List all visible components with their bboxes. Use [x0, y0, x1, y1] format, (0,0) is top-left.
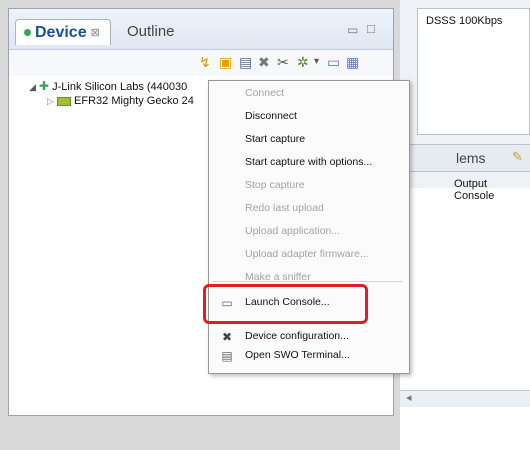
menu-item-redo-last-upload[interactable]: Redo last upload [245, 202, 324, 214]
tree-item-label: J-Link Silicon Labs (440030 [52, 81, 188, 93]
phy-mode-label: DSSS 100Kbps [426, 15, 503, 27]
layout-icon[interactable]: ▦ [346, 54, 359, 70]
chip-icon [56, 96, 71, 106]
minimize-icon[interactable]: ▭ [347, 23, 358, 37]
menu-item-open-swo-terminal[interactable]: Open SWO Terminal... [245, 349, 350, 361]
menu-item-disconnect[interactable]: Disconnect [245, 110, 297, 122]
menu-item-stop-capture[interactable]: Stop capture [245, 179, 305, 191]
horizontal-scrollbar[interactable]: ◂ [400, 390, 530, 407]
tab-outline[interactable]: Outline [127, 23, 175, 40]
scroll-left-icon[interactable]: ◂ [406, 391, 412, 404]
edit-icon[interactable]: ▤ [239, 54, 252, 70]
pin-icon[interactable]: ✎ [512, 149, 523, 165]
menu-item-upload-application[interactable]: Upload application... [245, 225, 340, 237]
bottom-tab-bar: lems ✎ [400, 144, 530, 172]
view-tab-bar: Device ⊠ Outline ▭ □ [9, 9, 393, 50]
right-editor-area: DSSS 100Kbps lems ✎ Output Console ◂ [400, 0, 530, 450]
adapter-icon: ✚ [38, 79, 50, 93]
close-tab-icon[interactable]: ⊠ [91, 26, 100, 39]
device-view-icon [24, 29, 31, 36]
tab-device-label: Device [35, 23, 87, 41]
tab-problems[interactable]: lems [456, 150, 486, 166]
tree-item-efr32[interactable]: ▷ EFR32 Mighty Gecko 24 [47, 95, 194, 107]
menu-separator [213, 281, 403, 282]
menu-item-upload-adapter-firmware[interactable]: Upload adapter firmware... [245, 248, 369, 260]
terminal-icon: ▤ [221, 349, 233, 363]
tree-item-jlink[interactable]: ◢ ✚ J-Link Silicon Labs (440030 [29, 79, 187, 93]
phy-config-box[interactable]: DSSS 100Kbps [417, 8, 530, 135]
menu-item-device-configuration[interactable]: Device configuration... [245, 330, 349, 342]
window-icon[interactable]: ▭ [327, 54, 340, 70]
expand-chevron-icon[interactable]: ◢ [29, 82, 36, 92]
chevron-down-icon[interactable]: ▾ [314, 54, 319, 70]
view-toolbar: ↯ ▣ ▤ ✖ ✂ ✲ ▾ ▭ ▦ [9, 50, 393, 76]
tree-item-label: EFR32 Mighty Gecko 24 [74, 95, 194, 107]
tab-device[interactable]: Device ⊠ [15, 19, 111, 45]
menu-item-start-capture[interactable]: Start capture [245, 133, 305, 145]
connect-icon[interactable]: ↯ [199, 54, 211, 70]
gear-icon[interactable]: ✲ [297, 54, 309, 70]
console-area [400, 188, 530, 450]
menu-item-connect[interactable]: Connect [245, 87, 284, 99]
folder-icon[interactable]: ▣ [219, 54, 232, 70]
maximize-icon[interactable]: □ [367, 21, 375, 36]
tools-icon[interactable]: ✂ [277, 54, 289, 70]
remove-icon[interactable]: ✖ [258, 54, 270, 70]
highlight-annotation [203, 284, 368, 324]
collapsed-chevron-icon[interactable]: ▷ [47, 96, 54, 106]
wrench-icon: ✖ [221, 330, 233, 344]
context-menu: Connect Disconnect Start capture Start c… [208, 80, 410, 374]
tab-output-console[interactable]: Output Console [454, 178, 530, 202]
menu-item-start-capture-options[interactable]: Start capture with options... [245, 156, 372, 168]
